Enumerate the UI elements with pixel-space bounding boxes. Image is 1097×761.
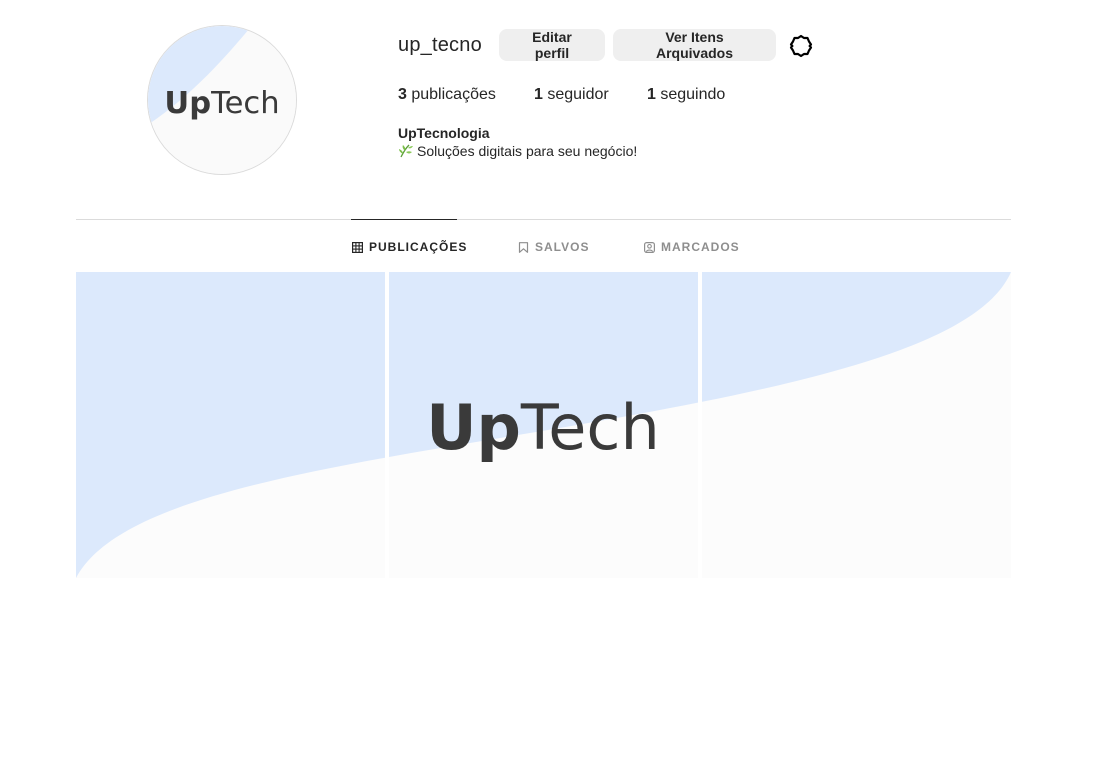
active-tab-indicator bbox=[351, 219, 457, 220]
posts-grid: UpTech bbox=[76, 272, 1011, 578]
post-tile[interactable] bbox=[76, 272, 385, 578]
following-stat[interactable]: 1 seguindo bbox=[647, 86, 725, 104]
posts-count-stat: 3 publicações bbox=[398, 86, 496, 104]
tag-user-icon bbox=[644, 241, 655, 253]
herb-icon bbox=[398, 144, 414, 158]
followers-stat[interactable]: 1 seguidor bbox=[534, 86, 609, 104]
following-label: seguindo bbox=[660, 86, 726, 103]
tab-marcados[interactable]: MARCADOS bbox=[644, 239, 740, 255]
post-tile[interactable] bbox=[389, 272, 698, 578]
posts-label: publicações bbox=[411, 86, 496, 103]
tabs-divider bbox=[76, 219, 1011, 220]
tab-publicacoes[interactable]: PUBLICAÇÕES bbox=[352, 239, 467, 255]
following-count: 1 bbox=[647, 86, 656, 103]
grid-icon bbox=[352, 241, 363, 253]
gear-icon[interactable] bbox=[788, 33, 814, 59]
profile-username: up_tecno bbox=[398, 34, 482, 56]
uptech-logo-avatar: UpTech bbox=[148, 26, 296, 174]
avatar-logo-light: Tech bbox=[210, 86, 280, 121]
tab-publicacoes-label: PUBLICAÇÕES bbox=[369, 240, 468, 254]
followers-count: 1 bbox=[534, 86, 543, 103]
tab-salvos-label: SALVOS bbox=[535, 240, 590, 254]
tab-marcados-label: MARCADOS bbox=[661, 240, 740, 254]
post-tile[interactable] bbox=[702, 272, 1011, 578]
edit-profile-button[interactable]: Editar perfil bbox=[499, 29, 605, 61]
bookmark-icon bbox=[518, 241, 529, 253]
bio-name: UpTecnologia bbox=[398, 125, 490, 141]
bio-text-line: Soluções digitais para seu negócio! bbox=[398, 143, 637, 159]
tab-salvos[interactable]: SALVOS bbox=[518, 239, 589, 255]
profile-avatar[interactable]: UpTech bbox=[147, 25, 297, 175]
posts-count: 3 bbox=[398, 86, 407, 103]
avatar-logo-bold: Up bbox=[164, 86, 211, 121]
bio-text: Soluções digitais para seu negócio! bbox=[417, 143, 638, 159]
view-archive-button[interactable]: Ver Itens Arquivados bbox=[613, 29, 776, 61]
followers-label: seguidor bbox=[547, 86, 609, 103]
svg-text:UpTech: UpTech bbox=[164, 86, 279, 121]
